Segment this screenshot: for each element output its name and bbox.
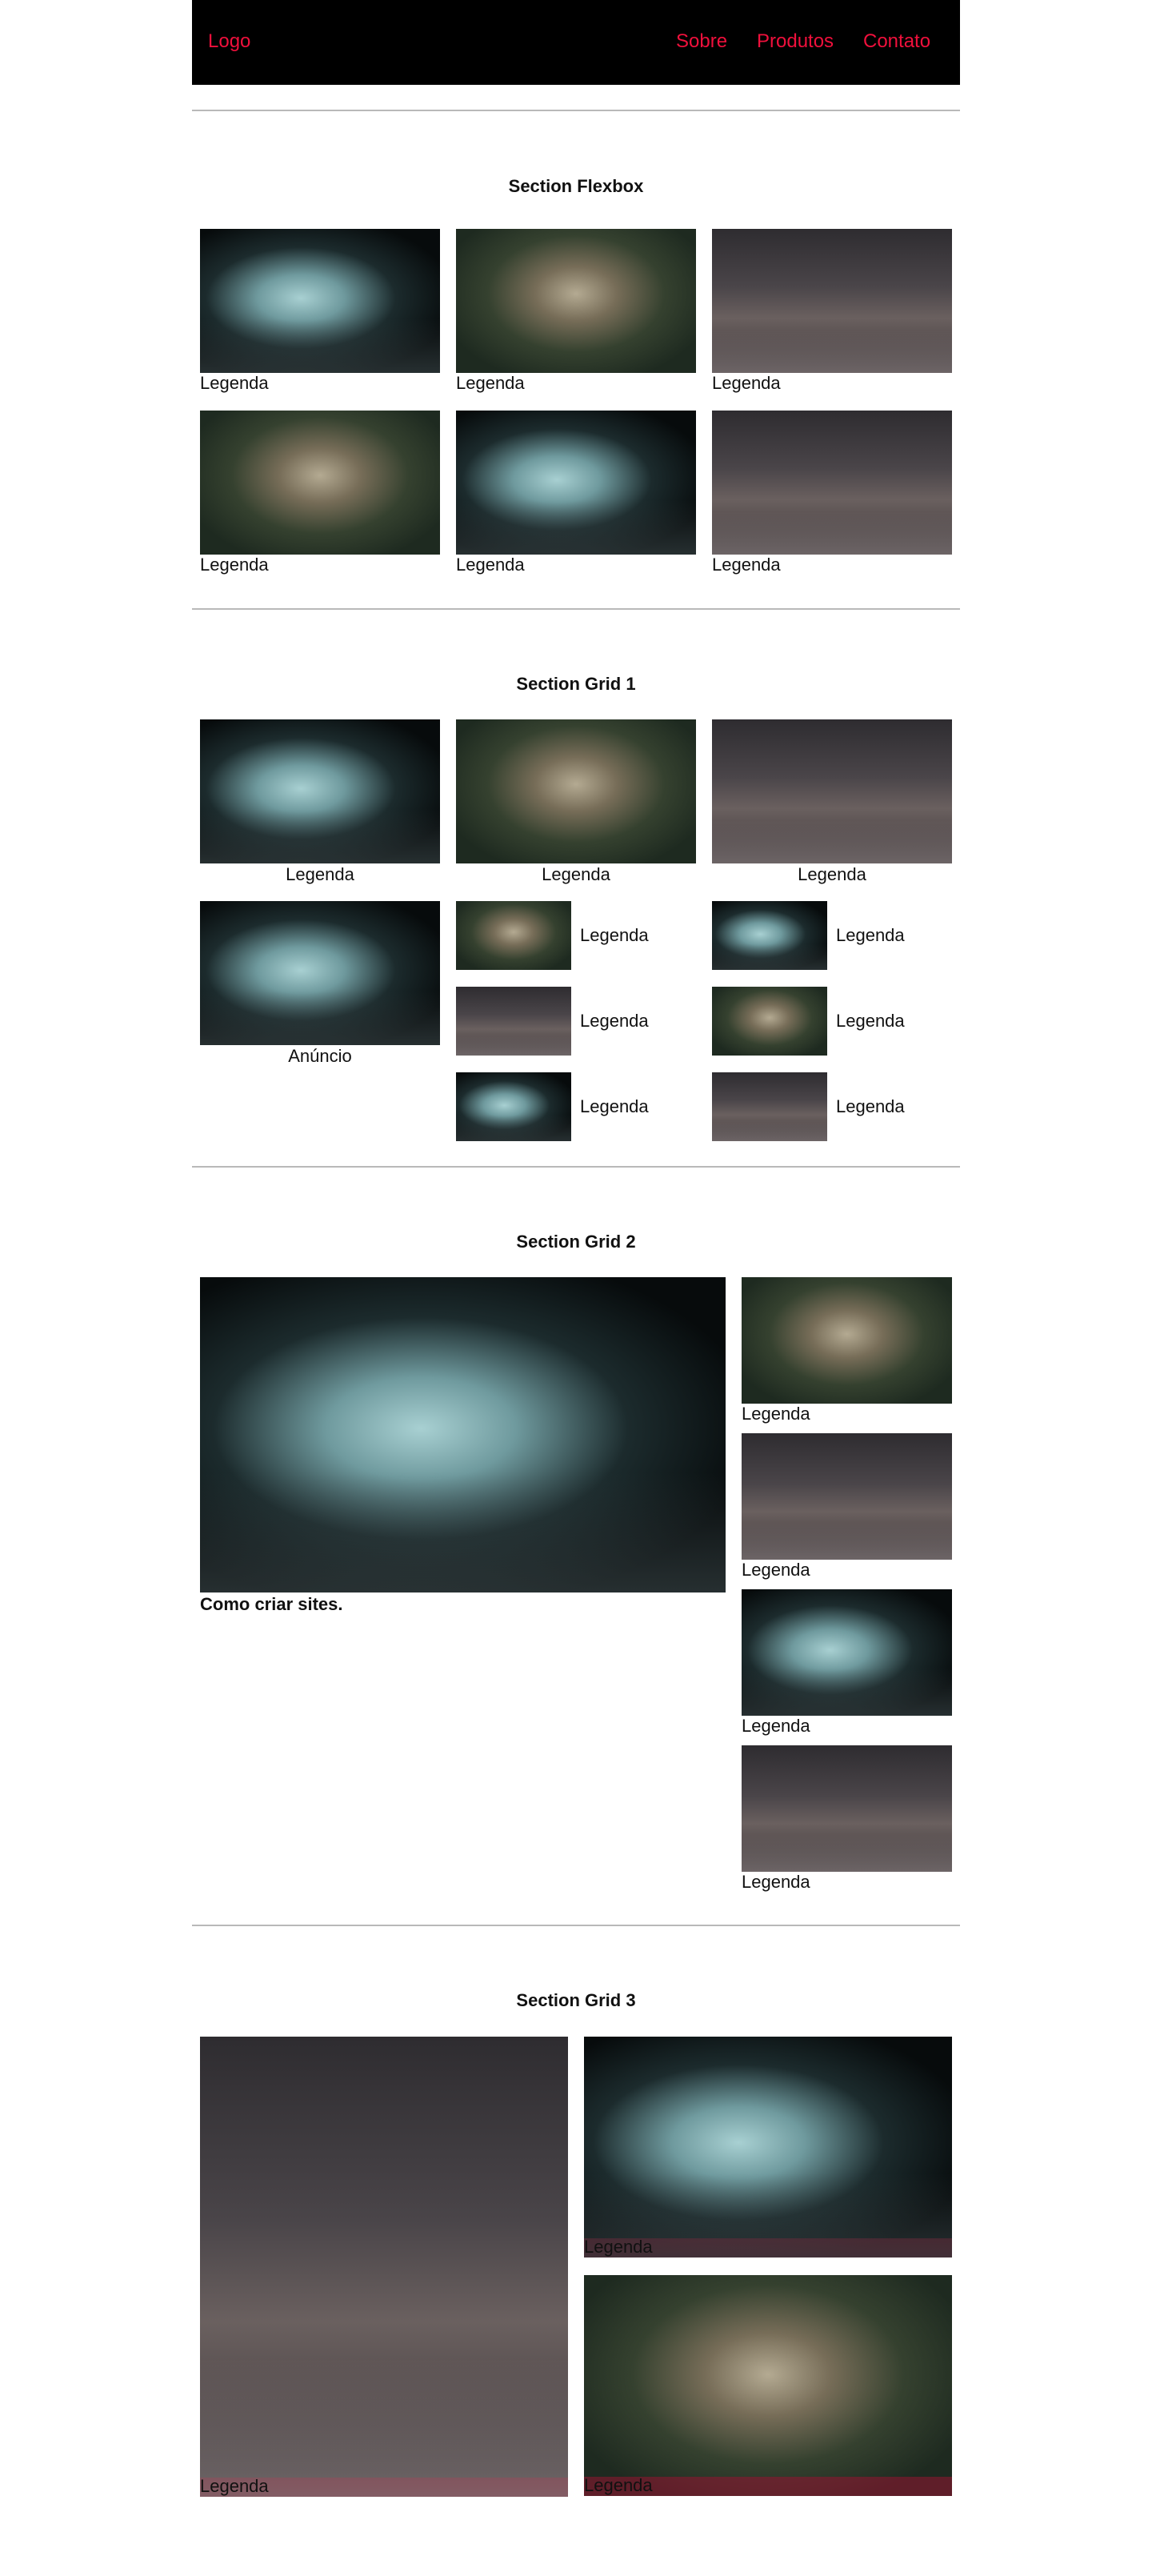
featured-article-image xyxy=(200,1277,726,1592)
image-caption: Legenda xyxy=(542,864,610,884)
wolf-pack-image xyxy=(712,411,952,555)
image-caption: Legenda xyxy=(742,1560,810,1580)
wolf-grey-thumbnail xyxy=(712,987,827,1056)
wolf-white-image xyxy=(742,1589,952,1716)
section-grid2-title: Section Grid 2 xyxy=(516,1232,636,1252)
ad-caption: Anúncio xyxy=(288,1046,352,1066)
logo-link[interactable]: Logo xyxy=(208,30,250,53)
thumbnail-caption: Legenda xyxy=(580,1011,649,1031)
wolf-grey-image xyxy=(584,2275,952,2496)
image-caption: Legenda xyxy=(798,864,866,884)
wolf-pack-howling-image xyxy=(200,2037,568,2497)
wolf-grey-image xyxy=(742,1277,952,1404)
image-caption: Legenda xyxy=(200,373,269,393)
nav-link-produtos[interactable]: Produtos xyxy=(757,30,834,53)
wolf-pack-image xyxy=(712,719,952,863)
wolf-pack-thumbnail xyxy=(712,1072,827,1141)
ad-image xyxy=(200,901,440,1045)
image-caption: Legenda xyxy=(286,864,354,884)
thumbnail-caption: Legenda xyxy=(836,1011,905,1031)
image-caption: Legenda xyxy=(712,373,781,393)
wolf-grey-image xyxy=(200,411,440,555)
wolf-grey-image xyxy=(456,229,696,373)
nav-link-contato[interactable]: Contato xyxy=(863,30,930,53)
section-grid1-title: Section Grid 1 xyxy=(516,674,636,694)
image-caption: Legenda xyxy=(742,1404,810,1424)
section-divider xyxy=(192,608,960,610)
image-caption: Legenda xyxy=(456,555,525,575)
wolf-white-image xyxy=(200,229,440,373)
thumbnail-caption: Legenda xyxy=(836,1096,905,1116)
nav-link-sobre[interactable]: Sobre xyxy=(676,30,727,53)
wolf-pack-thumbnail xyxy=(456,987,571,1056)
thumbnail-caption: Legenda xyxy=(836,925,905,945)
wolf-grey-image xyxy=(456,719,696,863)
site-header: Logo Sobre Produtos Contato xyxy=(192,0,960,85)
image-caption: Legenda xyxy=(200,555,269,575)
wolf-white-image xyxy=(456,411,696,555)
overlay-caption: Legenda xyxy=(584,2475,653,2495)
wolf-pack-image xyxy=(712,229,952,373)
section-divider xyxy=(192,1166,960,1168)
wolf-white-image xyxy=(584,2037,952,2258)
section-flexbox-title: Section Flexbox xyxy=(508,176,644,196)
image-caption: Legenda xyxy=(742,1716,810,1736)
image-caption: Legenda xyxy=(742,1872,810,1892)
wolf-pack-image xyxy=(742,1433,952,1560)
featured-article-title: Como criar sites. xyxy=(200,1594,343,1614)
overlay-caption: Legenda xyxy=(200,2476,269,2496)
wolf-white-image xyxy=(200,719,440,863)
wolf-pack-image xyxy=(742,1745,952,1872)
section-divider xyxy=(192,110,960,111)
image-caption: Legenda xyxy=(712,555,781,575)
section-divider xyxy=(192,1925,960,1926)
wolf-white-thumbnail xyxy=(456,1072,571,1141)
thumbnail-caption: Legenda xyxy=(580,925,649,945)
thumbnail-caption: Legenda xyxy=(580,1096,649,1116)
wolf-white-thumbnail xyxy=(712,901,827,970)
image-caption: Legenda xyxy=(456,373,525,393)
overlay-caption: Legenda xyxy=(584,2237,653,2257)
wolf-grey-thumbnail xyxy=(456,901,571,970)
section-grid3-title: Section Grid 3 xyxy=(516,1990,636,2010)
